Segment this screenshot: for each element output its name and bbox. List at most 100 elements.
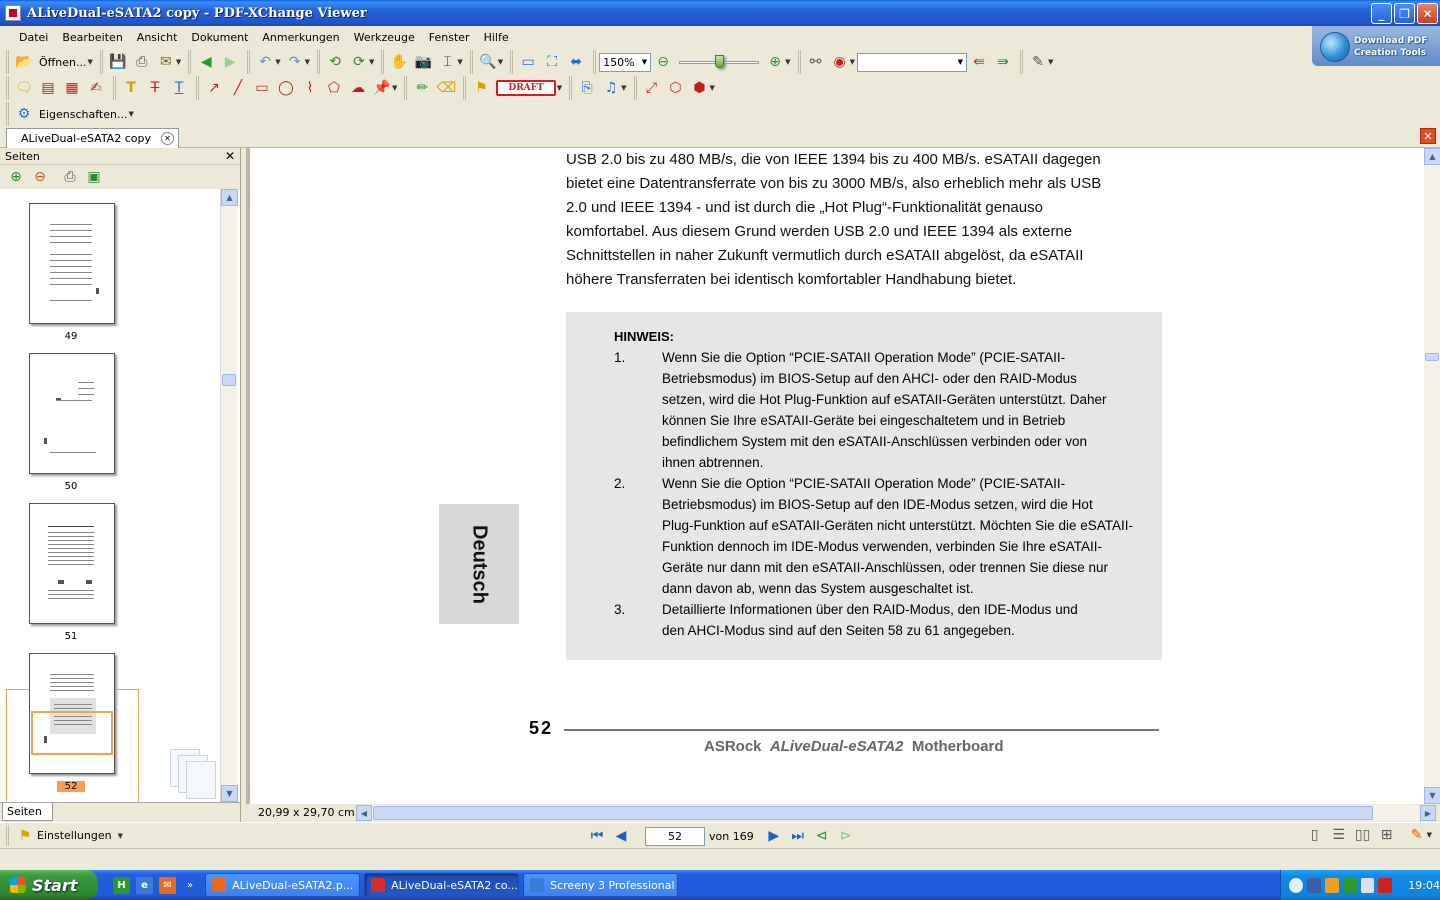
page-number-input[interactable] <box>645 826 705 846</box>
document-vertical-scrollbar[interactable]: ▲ ▼ <box>1424 148 1440 804</box>
project-app-icon[interactable]: H <box>113 876 130 894</box>
undo-icon[interactable]: ↶ <box>255 52 275 72</box>
mail-icon[interactable]: ✉ <box>159 876 176 894</box>
scroll-left-icon[interactable]: ◀ <box>356 805 372 821</box>
zoom-slider-thumb[interactable] <box>715 55 725 68</box>
previous-page-icon[interactable]: ◀ <box>611 826 631 846</box>
highlight-text-icon[interactable]: T <box>121 78 141 98</box>
distance-tool-icon[interactable]: ⤢ <box>642 78 662 98</box>
network-icon[interactable] <box>1306 877 1321 893</box>
rectangle-tool-icon[interactable]: ▭ <box>252 78 272 98</box>
close-window-button[interactable]: ✕ <box>1417 3 1438 24</box>
start-button[interactable]: Start <box>0 870 98 900</box>
print-icon[interactable]: ⎙ <box>132 52 152 72</box>
shrink-thumbnails-icon[interactable]: ⊖ <box>30 167 50 187</box>
taskbar-item-pdf-viewer[interactable]: ALiveDual-eSATA2 co... <box>364 873 520 897</box>
more-chevron-icon[interactable]: » <box>187 880 193 891</box>
security-icon[interactable] <box>1342 877 1357 893</box>
menu-datei[interactable]: Datei <box>12 28 55 47</box>
scroll-up-icon[interactable]: ▲ <box>221 189 238 206</box>
thumbnail-list[interactable]: 49 50 51 52 <box>0 189 220 802</box>
eraser-icon[interactable]: ⌫ <box>436 78 456 98</box>
attach-sound-icon[interactable]: ♫ <box>601 78 621 98</box>
rotate-right-icon[interactable]: ⟳ <box>349 52 369 72</box>
continuous-page-icon[interactable]: ☰ <box>1329 825 1349 845</box>
document-horizontal-scrollbar[interactable]: ◀ ▶ <box>356 805 1436 821</box>
title-bar[interactable]: ALiveDual-eSATA2 copy - PDF-XChange View… <box>0 0 1440 26</box>
hand-tool-icon[interactable]: ✋ <box>389 52 409 72</box>
forward-icon[interactable]: ▶ <box>220 52 240 72</box>
last-page-icon[interactable]: ⏭ <box>788 826 808 846</box>
scroll-down-icon[interactable]: ▼ <box>221 785 238 802</box>
perimeter-tool-icon[interactable]: ⬡ <box>666 78 686 98</box>
find-previous-icon[interactable]: ⇚ <box>969 52 989 72</box>
scrollbar-thumb[interactable] <box>373 806 1373 820</box>
messenger-icon[interactable] <box>1324 877 1339 893</box>
menu-dokument[interactable]: Dokument <box>184 28 255 47</box>
pencil-icon[interactable]: ✏ <box>412 78 432 98</box>
tab-pages[interactable]: Seiten <box>2 803 53 821</box>
zoom-slider[interactable] <box>679 52 760 72</box>
antivirus-icon[interactable] <box>1378 877 1393 893</box>
zoom-in-icon[interactable]: ⊕ <box>765 52 785 72</box>
next-page-icon[interactable]: ▶ <box>764 826 784 846</box>
oval-tool-icon[interactable]: ◯ <box>276 78 296 98</box>
text-box-icon[interactable]: ▤ <box>38 78 58 98</box>
document-view[interactable]: USB 2.0 bis zu 480 MB/s, die von IEEE 13… <box>246 148 1440 804</box>
scrollbar-thumb[interactable] <box>222 374 236 386</box>
browser-icon[interactable]: e <box>136 876 153 894</box>
underline-text-icon[interactable]: T <box>169 78 189 98</box>
page-thumbnail[interactable] <box>29 503 115 624</box>
next-view-icon[interactable]: ⊳ <box>836 826 856 846</box>
menu-werkzeuge[interactable]: Werkzeuge <box>347 28 422 47</box>
email-icon[interactable]: ✉ <box>156 52 176 72</box>
taskbar-item-screeny[interactable]: Screeny 3 Professional <box>523 873 679 897</box>
previous-view-icon[interactable]: ⊲ <box>812 826 832 846</box>
open-folder-icon[interactable]: 📂 <box>14 52 34 72</box>
typewriter-icon[interactable]: ✍ <box>86 78 106 98</box>
open-dropdown-icon[interactable]: ▼ <box>87 58 92 66</box>
taskbar-item-pdf-browser[interactable]: ALiveDual-eSATA2.p... <box>205 873 361 897</box>
stamp-tool-icon[interactable]: ⚑ <box>471 78 491 98</box>
scroll-down-icon[interactable]: ▼ <box>1424 787 1440 804</box>
line-tool-icon[interactable]: ╱ <box>228 78 248 98</box>
tools-dropdown-icon[interactable]: ✎ <box>1407 825 1427 845</box>
close-document-button[interactable]: ✕ <box>1420 128 1436 144</box>
search-input[interactable]: ▼ <box>856 52 967 72</box>
print-pages-icon[interactable]: ⎙ <box>60 167 80 187</box>
volume-icon[interactable] <box>1360 877 1375 893</box>
scroll-up-icon[interactable]: ▲ <box>1424 148 1440 165</box>
zoom-out-icon[interactable]: ⊖ <box>653 52 673 72</box>
first-page-icon[interactable]: ⏮ <box>587 826 607 846</box>
select-text-icon[interactable]: ⌶ <box>437 52 457 72</box>
actual-size-icon[interactable]: ▭ <box>518 52 538 72</box>
draft-stamp-button[interactable]: DRAFT <box>496 80 556 96</box>
enlarge-thumbnails-icon[interactable]: ⊕ <box>6 167 26 187</box>
menu-hilfe[interactable]: Hilfe <box>477 28 516 47</box>
area-tool-icon[interactable]: ⬢ <box>690 78 710 98</box>
find-next-icon[interactable]: ⇛ <box>993 52 1013 72</box>
callout-icon[interactable]: ▦ <box>62 78 82 98</box>
restore-button[interactable]: ❐ <box>1394 3 1415 24</box>
viewport-indicator[interactable] <box>31 711 113 755</box>
polyline-tool-icon[interactable]: ⌇ <box>300 78 320 98</box>
tab-document[interactable]: ALiveDual-eSATA2 copy ✕ <box>6 128 179 148</box>
cloud-tool-icon[interactable]: ☁ <box>348 78 368 98</box>
menu-anmerkungen[interactable]: Anmerkungen <box>255 28 346 47</box>
minimize-button[interactable]: _ <box>1371 3 1392 24</box>
page-thumbnail[interactable] <box>29 203 115 324</box>
redo-icon[interactable]: ↷ <box>285 52 305 72</box>
polygon-tool-icon[interactable]: ⬠ <box>324 78 344 98</box>
close-tab-icon[interactable]: ✕ <box>160 132 174 145</box>
zoom-select[interactable]: 150% ▼ <box>599 52 652 72</box>
facing-pages-icon[interactable]: ▯▯ <box>1353 825 1373 845</box>
binoculars-icon[interactable]: ⚯ <box>806 52 826 72</box>
save-icon[interactable]: 💾 <box>108 52 128 72</box>
menu-bearbeiten[interactable]: Bearbeiten <box>55 28 129 47</box>
insert-pages-icon[interactable]: ▣ <box>84 167 104 187</box>
zoom-tool-icon[interactable]: 🔍 <box>478 52 498 72</box>
web-search-icon[interactable]: ◉ <box>830 52 850 72</box>
open-button[interactable]: Öffnen... <box>39 56 86 69</box>
close-panel-icon[interactable]: ✕ <box>225 149 235 163</box>
fit-page-icon[interactable]: ⛶ <box>542 52 562 72</box>
